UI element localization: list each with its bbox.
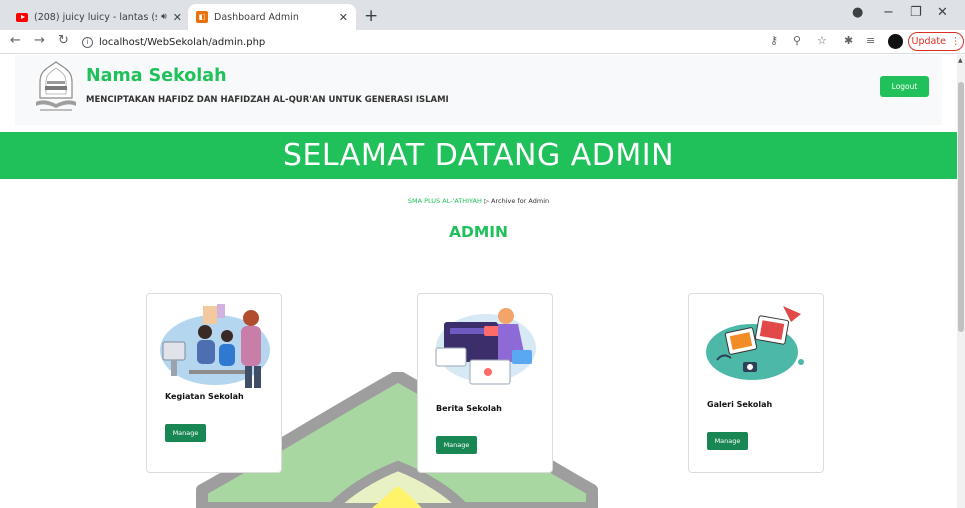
reading-list-icon[interactable]: ≡ [866,34,875,47]
zoom-icon[interactable]: ⚲ [793,34,801,47]
manage-kegiatan-button[interactable]: Manage [165,424,206,442]
close-tab-icon[interactable]: ✕ [173,11,182,24]
chevron-right-icon: ▷ [483,197,492,205]
reload-icon[interactable]: ↻ [58,33,69,48]
close-window-icon[interactable]: ✕ [937,5,948,20]
browser-tab-dashboard[interactable]: ◧ Dashboard Admin ✕ [188,4,356,30]
browser-tab-youtube[interactable]: (208) juicy luicy - lantas (spe 🔊︎ ✕ [8,4,190,30]
section-title: ADMIN [448,223,509,241]
back-icon[interactable]: ← [10,33,21,48]
minimize-icon[interactable]: − [883,5,894,20]
school-activity-illustration [160,304,270,388]
page-scrollbar[interactable]: ▲ [957,55,965,508]
bookmark-star-icon[interactable]: ☆ [817,34,827,47]
url-text: localhost/WebSekolah/admin.php [99,36,266,48]
breadcrumb-home-link[interactable]: SMA PLUS AL-'ATHIYAH [408,197,482,205]
welcome-banner-text: SELAMAT DATANG ADMIN [282,138,675,173]
school-logo [36,61,76,111]
speaker-icon[interactable]: 🔊︎ [161,12,167,22]
school-name: Nama Sekolah [86,66,227,86]
dashboard-icon: ◧ [196,11,208,23]
breadcrumb: SMA PLUS AL-'ATHIYAH ▷ Archive for Admin [0,197,957,205]
update-label: Update [911,36,946,47]
update-button[interactable]: Update ⋮ [908,32,964,51]
welcome-banner: SELAMAT DATANG ADMIN [0,132,957,179]
card-galeri-sekolah: Galeri Sekolah Manage [688,293,824,473]
breadcrumb-current: Archive for Admin [491,197,550,205]
manage-berita-button[interactable]: Manage [436,436,477,454]
profile-avatar[interactable] [888,34,903,49]
media-icon[interactable]: ● [852,5,863,20]
menu-dots-icon: ⋮ [950,36,961,47]
logout-button[interactable]: Logout [880,76,929,97]
site-header: Nama Sekolah MENCIPTAKAN HAFIDZ DAN HAFI… [15,55,942,125]
forward-icon[interactable]: → [34,33,45,48]
card-berita-sekolah: Berita Sekolah Manage [417,293,553,473]
tab-title: Dashboard Admin [214,11,299,23]
browser-tab-strip: (208) juicy luicy - lantas (spe 🔊︎ ✕ ◧ D… [0,0,965,30]
info-icon[interactable]: i [82,36,93,48]
gallery-illustration [706,306,804,380]
browser-toolbar: ← → ↻ i localhost/WebSekolah/admin.php ⚷… [0,30,965,54]
news-illustration [435,308,536,385]
card-kegiatan-sekolah: Kegiatan Sekolah Manage [146,293,282,473]
manage-galeri-button[interactable]: Manage [707,432,748,450]
scroll-up-icon[interactable]: ▲ [958,57,963,64]
card-title: Kegiatan Sekolah [165,392,244,401]
card-title: Berita Sekolah [436,404,502,413]
restore-icon[interactable]: ❐ [910,5,922,20]
close-tab-icon[interactable]: ✕ [339,11,348,24]
scrollbar-thumb[interactable] [958,82,964,332]
page-viewport: Nama Sekolah MENCIPTAKAN HAFIDZ DAN HAFI… [0,55,957,508]
address-bar[interactable]: i localhost/WebSekolah/admin.php [82,33,742,51]
school-tagline: MENCIPTAKAN HAFIDZ DAN HAFIDZAH AL-QUR'A… [86,95,449,105]
card-title: Galeri Sekolah [707,400,773,409]
key-icon[interactable]: ⚷ [770,34,778,47]
extensions-icon[interactable]: ✱ [844,34,853,47]
new-tab-icon[interactable]: + [364,6,378,26]
tab-title: (208) juicy luicy - lantas (spe [34,11,157,23]
youtube-icon [16,12,28,22]
